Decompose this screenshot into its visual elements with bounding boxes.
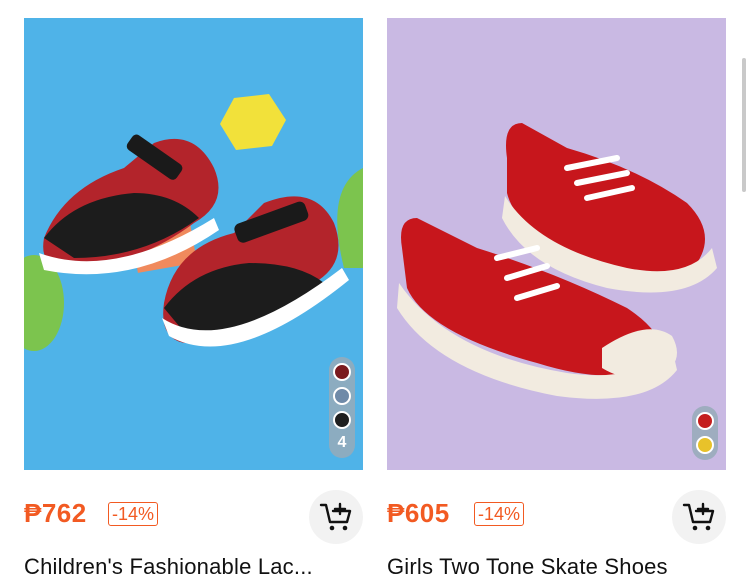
- color-swatches: [692, 406, 718, 460]
- color-swatch[interactable]: [696, 436, 714, 454]
- product-image[interactable]: [387, 18, 726, 470]
- color-swatch[interactable]: [333, 363, 351, 381]
- product-card[interactable]: 4 ₱762 -14% Children's Fashionable Lac..…: [24, 18, 363, 579]
- product-price: ₱605: [387, 498, 450, 528]
- more-colors-count: 4: [337, 434, 347, 451]
- price-row: ₱605 -14%: [387, 490, 726, 544]
- product-image[interactable]: 4: [24, 18, 363, 470]
- price-row: ₱762 -14%: [24, 490, 363, 544]
- add-to-cart-button[interactable]: [672, 490, 726, 544]
- color-swatch[interactable]: [333, 387, 351, 405]
- discount-badge: -14%: [108, 502, 159, 526]
- color-swatch[interactable]: [696, 412, 714, 430]
- red-canvas-shoes-image: [387, 18, 726, 470]
- add-to-cart-button[interactable]: [309, 490, 363, 544]
- add-to-cart-icon: [319, 502, 352, 531]
- add-to-cart-icon: [682, 502, 715, 531]
- page-scrollbar[interactable]: [742, 58, 746, 192]
- product-price: ₱762: [24, 498, 87, 528]
- color-swatches: 4: [329, 357, 355, 458]
- product-card[interactable]: ₱605 -14% Girls Two Tone Skate Shoes: [387, 18, 726, 579]
- discount-badge: -14%: [474, 502, 525, 526]
- product-title[interactable]: Girls Two Tone Skate Shoes: [387, 554, 737, 580]
- black-red-sneakers-image: [24, 18, 363, 470]
- color-swatch[interactable]: [333, 411, 351, 429]
- product-title[interactable]: Children's Fashionable Lac...: [24, 554, 374, 580]
